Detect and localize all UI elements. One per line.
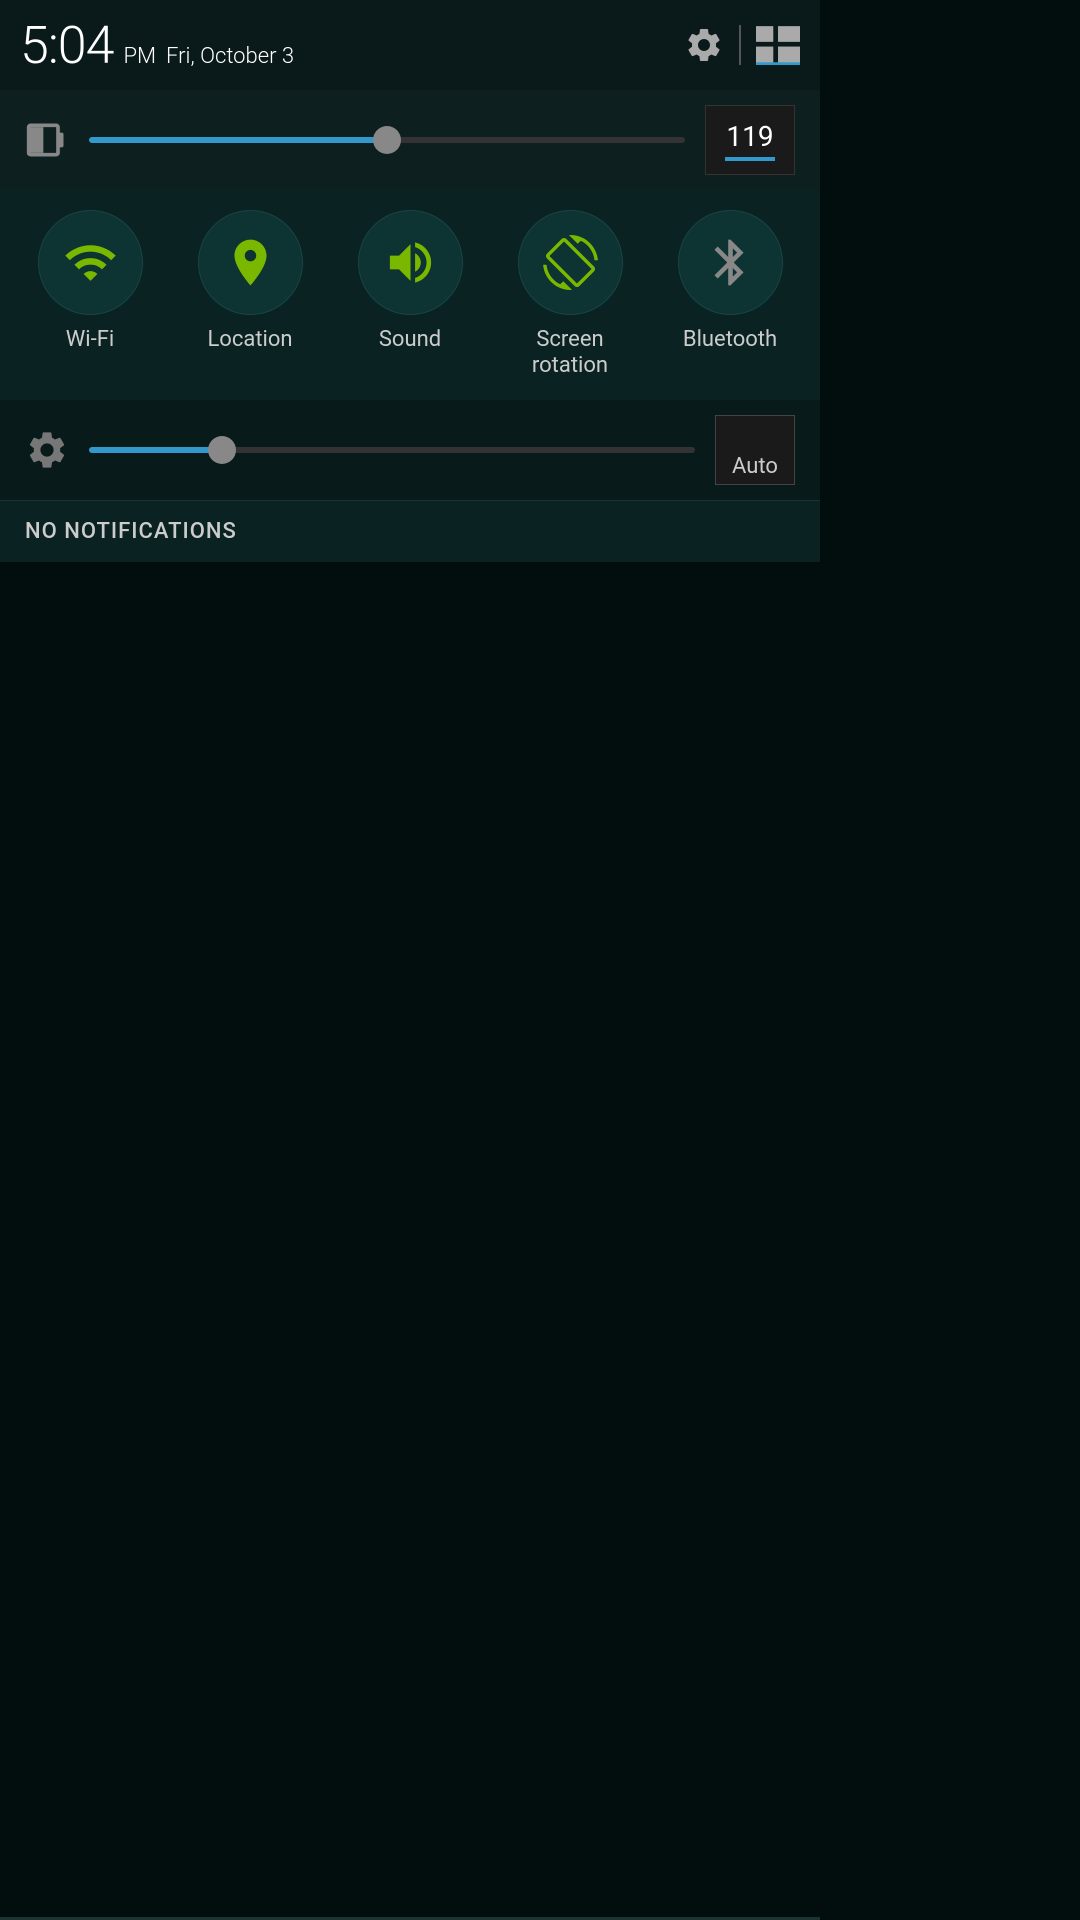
status-icons (684, 25, 800, 65)
bluetooth-toggle-circle[interactable] (678, 210, 783, 315)
toggle-location[interactable]: Location (180, 210, 320, 353)
toggle-bluetooth[interactable]: Bluetooth (660, 210, 800, 353)
wifi-label: Wi-Fi (66, 327, 114, 353)
auto-box[interactable]: Auto (715, 415, 795, 485)
battery-icon (25, 118, 69, 162)
brightness-bar[interactable]: 119 (0, 90, 820, 190)
time-ampm: PM (123, 44, 156, 69)
sound-toggle-circle[interactable] (358, 210, 463, 315)
toggle-wifi[interactable]: Wi-Fi (20, 210, 160, 353)
settings-icon[interactable] (684, 25, 724, 65)
brightness-thumb[interactable] (373, 126, 401, 154)
quick-toggles: Wi-Fi Location Sound Screen rotation (0, 190, 820, 400)
screen-adjust-bar[interactable]: Auto (0, 400, 820, 500)
location-label: Location (207, 327, 292, 353)
date-display: Fri, October 3 (166, 44, 294, 69)
rotation-label: Screen rotation (500, 327, 640, 380)
brightness-value: 119 (726, 120, 773, 153)
time-display: 5:04 (20, 15, 113, 76)
sound-label: Sound (379, 327, 441, 353)
adjust-settings-icon[interactable] (25, 428, 69, 472)
no-notifications-text: NO NOTIFICATIONS (25, 519, 237, 544)
auto-label: Auto (732, 454, 778, 479)
wifi-toggle-circle[interactable] (38, 210, 143, 315)
bluetooth-label: Bluetooth (683, 327, 777, 353)
toggle-sound[interactable]: Sound (340, 210, 480, 353)
adjust-slider[interactable] (89, 446, 695, 454)
no-notifications-bar: NO NOTIFICATIONS (0, 500, 820, 562)
brightness-fill (89, 137, 387, 143)
status-bar: 5:04 PM Fri, October 3 (0, 0, 820, 90)
adjust-thumb[interactable] (208, 436, 236, 464)
dark-background (0, 562, 820, 1907)
adjust-fill (89, 447, 222, 453)
location-toggle-circle[interactable] (198, 210, 303, 315)
time-section: 5:04 PM Fri, October 3 (20, 15, 294, 76)
status-divider (739, 25, 741, 65)
multiwindow-icon[interactable] (756, 25, 800, 65)
brightness-slider[interactable] (89, 136, 685, 144)
toggle-screen-rotation[interactable]: Screen rotation (500, 210, 640, 380)
rotation-toggle-circle[interactable] (518, 210, 623, 315)
brightness-indicator (725, 157, 775, 161)
brightness-value-box: 119 (705, 105, 795, 175)
